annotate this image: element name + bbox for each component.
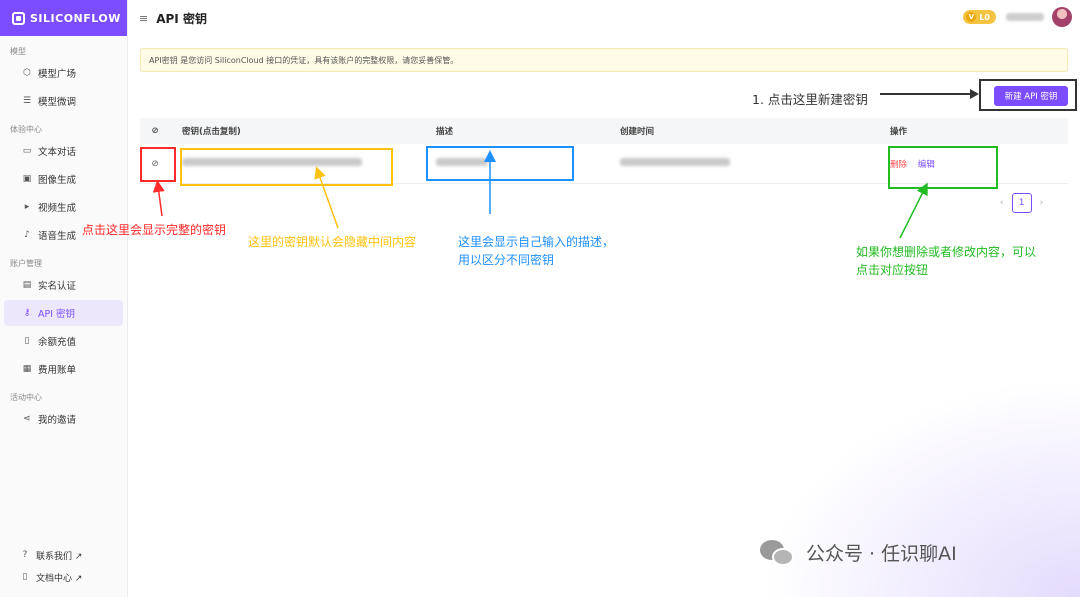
section-label-account: 账户管理 xyxy=(10,259,42,268)
annotation-actions-1: 如果你想删除或者修改内容，可以 xyxy=(856,245,1037,259)
section-label-models: 模型 xyxy=(10,47,26,56)
username-blurred xyxy=(1006,13,1044,21)
menu-icon[interactable]: ≡ xyxy=(139,12,148,25)
help-icon: ? xyxy=(22,550,28,560)
image-icon: ▣ xyxy=(22,174,32,184)
logo[interactable]: SILICONFLOW xyxy=(0,0,127,36)
page-title: API 密钥 xyxy=(156,11,207,26)
header-user-area: V L0 xyxy=(963,7,1072,27)
header-key: 密钥(点击复制) xyxy=(182,127,241,137)
sidebar-item-chat[interactable]: ▭ 文本对话 xyxy=(4,138,123,164)
annotation-step1: 1. 点击这里新建密钥 xyxy=(752,92,868,107)
key-icon: ⚷ xyxy=(23,308,31,318)
sidebar-item-video[interactable]: ▸ 视频生成 xyxy=(4,194,123,220)
annotation-desc-2: 用以区分不同密钥 xyxy=(458,253,555,267)
wechat-icon xyxy=(760,538,794,566)
sidebar: SILICONFLOW 模型 ⬡ 模型广场 ☰ 模型微调 体验中心 ▭ 文本对话… xyxy=(0,0,128,597)
sidebar-item-recharge[interactable]: ▯ 余额充值 xyxy=(4,328,123,354)
watermark-text: 公众号 · 任识聊AI xyxy=(806,542,957,565)
sidebar-item-image[interactable]: ▣ 图像生成 xyxy=(4,166,123,192)
logo-icon xyxy=(12,11,25,25)
sidebar-bottom-links: ? 联系我们 ↗ ▯ 文档中心 ↗ xyxy=(0,545,128,589)
logo-text: SILICONFLOW xyxy=(30,11,121,25)
sidebar-item-model-square[interactable]: ⬡ 模型广场 xyxy=(4,60,123,86)
header-actions: 操作 xyxy=(890,127,908,137)
header: ≡ API 密钥 xyxy=(129,0,1080,36)
id-card-icon: ▤ xyxy=(22,280,32,290)
header-desc: 描述 xyxy=(436,127,454,137)
sliders-icon: ☰ xyxy=(22,96,32,106)
next-page-button[interactable]: › xyxy=(1040,198,1044,208)
annotation-box-actions xyxy=(888,146,998,189)
sidebar-item-finetune[interactable]: ☰ 模型微调 xyxy=(4,88,123,114)
section-label-experience: 体验中心 xyxy=(10,125,42,134)
annotation-box-eye xyxy=(140,147,176,182)
annotation-arrow-line xyxy=(880,93,976,95)
share-icon: ⋖ xyxy=(23,414,31,424)
annotation-eye: 点击这里会显示完整的密钥 xyxy=(82,223,227,237)
header-eye-icon[interactable]: ⊘ xyxy=(140,126,170,136)
sidebar-item-api-keys[interactable]: ⚷ API 密钥 xyxy=(4,300,123,326)
api-key-created-time xyxy=(608,158,878,169)
contact-link[interactable]: ? 联系我们 ↗ xyxy=(4,545,124,565)
chat-icon: ▭ xyxy=(22,146,32,156)
sidebar-item-billing[interactable]: ▦ 费用账单 xyxy=(4,356,123,382)
sidebar-item-invites[interactable]: ⋖ 我的邀请 xyxy=(4,406,123,432)
page-1-button[interactable]: 1 xyxy=(1011,193,1032,213)
arrow-actions xyxy=(899,182,928,239)
cube-icon: ⬡ xyxy=(23,68,31,78)
annotation-box-desc xyxy=(426,146,574,181)
section-label-activity: 活动中心 xyxy=(10,393,42,402)
prev-page-button[interactable]: ‹ xyxy=(1000,198,1004,208)
annotation-box-key xyxy=(180,148,393,186)
video-icon: ▸ xyxy=(24,202,30,212)
vip-icon: V xyxy=(966,12,977,22)
bill-icon: ▦ xyxy=(22,364,32,374)
annotation-arrow-head xyxy=(970,89,979,99)
wallet-icon: ▯ xyxy=(24,336,30,346)
sidebar-item-verify[interactable]: ▤ 实名认证 xyxy=(4,272,123,298)
table-header: ⊘ 密钥(点击复制) 描述 创建时间 操作 xyxy=(140,118,1068,144)
annotation-key: 这里的密钥默认会隐藏中间内容 xyxy=(248,235,417,249)
notice-banner: API密钥 是您访问 SiliconCloud 接口的凭证，具有该账户的完整权限… xyxy=(140,48,1068,72)
docs-link[interactable]: ▯ 文档中心 ↗ xyxy=(4,567,124,587)
doc-icon: ▯ xyxy=(22,572,28,582)
annotation-actions-2: 点击对应按钮 xyxy=(856,263,929,277)
pagination: ‹ 1 › xyxy=(1000,193,1043,213)
watermark: 公众号 · 任识聊AI xyxy=(760,538,957,566)
annotation-desc-1: 这里会显示自己输入的描述， xyxy=(458,235,615,249)
arrow-eye xyxy=(152,180,165,217)
header-created: 创建时间 xyxy=(620,127,655,137)
mic-icon: ♪ xyxy=(24,230,30,240)
new-api-key-button[interactable]: 新建 API 密钥 xyxy=(994,86,1068,106)
level-badge[interactable]: V L0 xyxy=(963,10,996,24)
avatar[interactable] xyxy=(1052,7,1072,27)
